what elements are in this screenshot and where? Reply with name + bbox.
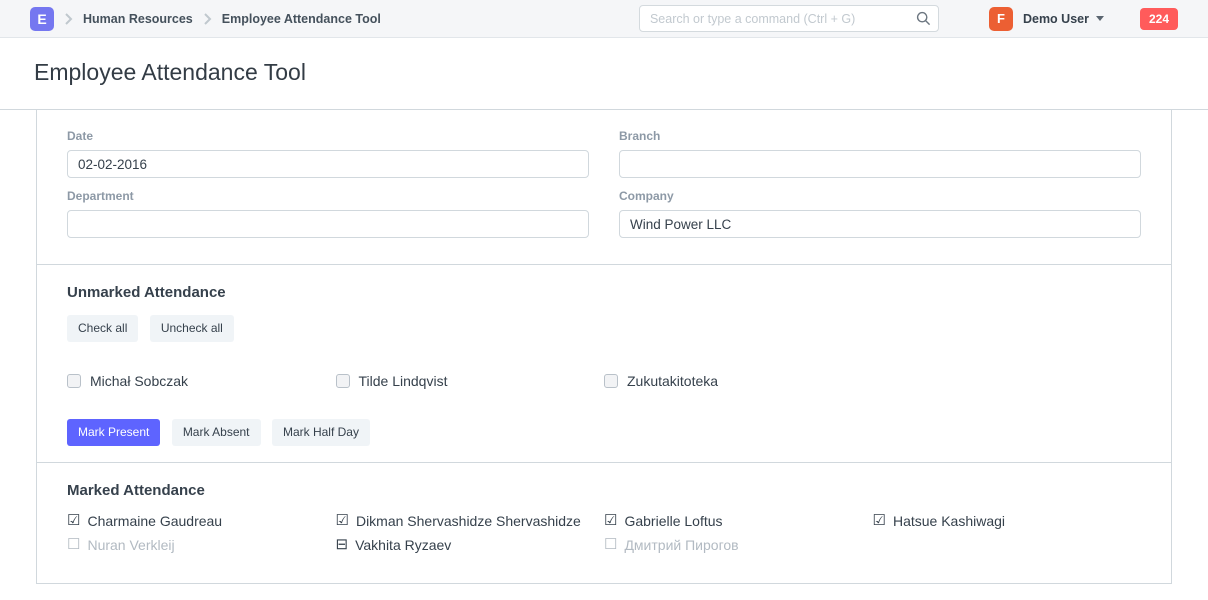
- uncheck-all-button[interactable]: Uncheck all: [150, 315, 234, 342]
- field-input[interactable]: [67, 150, 589, 178]
- field-label: Branch: [619, 129, 1141, 143]
- attendance-status-icon: ⊟: [336, 537, 349, 552]
- app-logo[interactable]: E: [30, 7, 54, 31]
- attendance-status-icon: ☐: [67, 537, 80, 552]
- field-label: Date: [67, 129, 589, 143]
- marked-employee-row: ☑ Dikman Shervashidze Shervashidze: [336, 513, 605, 529]
- global-search: [639, 5, 939, 32]
- attendance-tool-card: Date Branch Department Company Unmarked …: [36, 110, 1172, 584]
- user-dropdown[interactable]: Demo User: [1023, 12, 1104, 26]
- notification-badge[interactable]: 224: [1140, 8, 1178, 30]
- employee-name: Vakhita Ryzaev: [355, 537, 451, 553]
- form-field: Department: [67, 189, 589, 238]
- attendance-status-icon: ☑: [336, 513, 349, 528]
- field-label: Company: [619, 189, 1141, 203]
- marked-employee-row: ☐ Дмитрий Пирогов: [604, 537, 873, 553]
- mark-actions: Mark Present Mark Absent Mark Half Day: [67, 419, 1141, 446]
- marked-employee-row: ☐ Nuran Verkleij: [67, 537, 336, 553]
- employee-checkbox[interactable]: [604, 374, 618, 388]
- employee-checkbox[interactable]: [67, 374, 81, 388]
- unmarked-employee-row: Tilde Lindqvist: [336, 373, 605, 389]
- field-label: Department: [67, 189, 589, 203]
- marked-employee-row: ☑ Charmaine Gaudreau: [67, 513, 336, 529]
- mark-action-button[interactable]: Mark Half Day: [272, 419, 370, 446]
- mark-action-button[interactable]: Mark Present: [67, 419, 160, 446]
- marked-employee-row: ⊟ Vakhita Ryzaev: [336, 537, 605, 553]
- form-field: Date: [67, 129, 589, 178]
- employee-name: Dikman Shervashidze Shervashidze: [356, 513, 581, 529]
- employee-name: Hatsue Kashiwagi: [893, 513, 1005, 529]
- employee-checkbox[interactable]: [336, 374, 350, 388]
- marked-employee-row: ☑ Hatsue Kashiwagi: [873, 513, 1142, 529]
- employee-name: Tilde Lindqvist: [359, 373, 448, 389]
- marked-employee-row: ☑ Gabrielle Loftus: [604, 513, 873, 529]
- employee-name: Michał Sobczak: [90, 373, 188, 389]
- unmarked-employee-list: Michał Sobczak Tilde Lindqvist Zukutakit…: [67, 373, 1141, 389]
- employee-name: Charmaine Gaudreau: [87, 513, 222, 529]
- marked-attendance-section: Marked Attendance ☑ Charmaine Gaudreau ☑…: [37, 462, 1171, 583]
- field-input[interactable]: [619, 150, 1141, 178]
- navbar: E Human Resources Employee Attendance To…: [0, 0, 1208, 38]
- breadcrumb: E Human Resources Employee Attendance To…: [30, 7, 381, 31]
- check-all-button[interactable]: Check all: [67, 315, 138, 342]
- filter-form: Date Branch Department Company: [37, 110, 1171, 264]
- marked-employee-list: ☑ Charmaine Gaudreau ☑ Dikman Shervashid…: [67, 513, 1141, 567]
- attendance-status-icon: ☑: [67, 513, 80, 528]
- form-field: Company: [619, 189, 1141, 238]
- mark-action-button[interactable]: Mark Absent: [172, 419, 261, 446]
- chevron-right-icon: [64, 13, 73, 25]
- employee-name: Дмитрий Пирогов: [624, 537, 738, 553]
- unmarked-employee-row: Zukutakitoteka: [604, 373, 873, 389]
- select-toolbar: Check all Uncheck all: [67, 315, 1141, 342]
- employee-name: Gabrielle Loftus: [624, 513, 722, 529]
- chevron-right-icon: [203, 13, 212, 25]
- form-field: Branch: [619, 129, 1141, 178]
- page-title: Employee Attendance Tool: [34, 59, 1174, 86]
- attendance-status-icon: ☑: [604, 513, 617, 528]
- user-name: Demo User: [1023, 12, 1089, 26]
- employee-name: Zukutakitoteka: [627, 373, 718, 389]
- breadcrumb-item-page[interactable]: Employee Attendance Tool: [222, 12, 381, 26]
- unmarked-employee-row: Michał Sobczak: [67, 373, 336, 389]
- page-head: Employee Attendance Tool: [0, 38, 1208, 110]
- unmarked-attendance-title: Unmarked Attendance: [67, 284, 1141, 301]
- breadcrumb-item-module[interactable]: Human Resources: [83, 12, 193, 26]
- avatar[interactable]: F: [989, 7, 1013, 31]
- field-input[interactable]: [619, 210, 1141, 238]
- search-input[interactable]: [639, 5, 939, 32]
- unmarked-attendance-section: Unmarked Attendance Check all Uncheck al…: [37, 264, 1171, 462]
- marked-attendance-title: Marked Attendance: [67, 482, 1141, 499]
- field-input[interactable]: [67, 210, 589, 238]
- chevron-down-icon: [1096, 16, 1104, 21]
- attendance-status-icon: ☑: [873, 513, 886, 528]
- attendance-status-icon: ☐: [604, 537, 617, 552]
- employee-name: Nuran Verkleij: [87, 537, 174, 553]
